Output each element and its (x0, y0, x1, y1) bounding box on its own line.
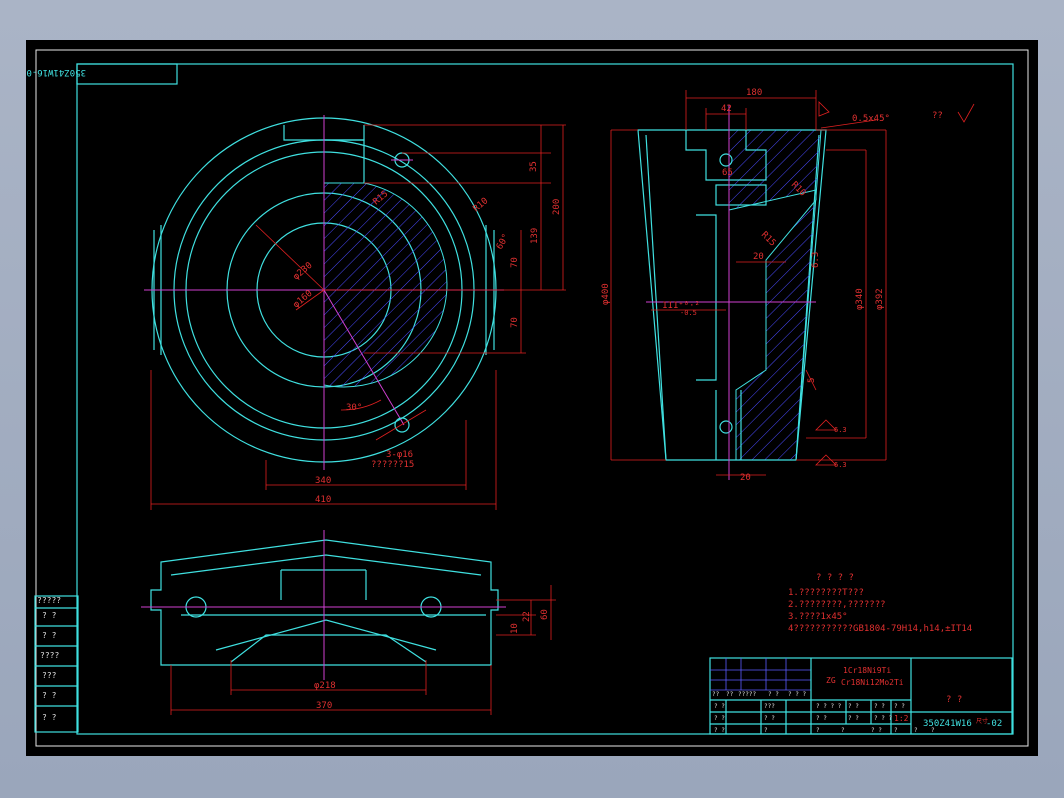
material-2: Cr18Ni12Mo2Ti (841, 678, 904, 687)
title-block-cell: ????? (738, 691, 756, 698)
side-cell-3: ???? (40, 651, 59, 660)
dim-42: 42 (721, 104, 732, 114)
notes-title: ? ? ? ? (816, 573, 854, 583)
holes-label: 3-φ16 (386, 450, 413, 460)
dim-340: 340 (315, 476, 331, 486)
dim-30deg: 30° (346, 403, 362, 413)
dim-10: 10 (510, 623, 520, 634)
title-block-cell: ?? (726, 691, 734, 698)
title-block-cell: ? ? (714, 715, 725, 722)
holes-note: ??????15 (371, 460, 414, 470)
dim-r15b: R15 (759, 230, 778, 249)
title-block-cell: ? ? (848, 715, 859, 722)
side-cell-1: ? ? (42, 611, 57, 620)
side-cell-6: ? ? (42, 713, 57, 722)
side-cell-2: ? ? (42, 631, 57, 640)
surface-2: 6.3 (834, 426, 847, 434)
drawing-number-tag: 350Z41W16-02 (21, 63, 178, 85)
dim-phi218: φ218 (314, 681, 336, 691)
title-block-cell: ? (894, 727, 898, 734)
dim-70b: 70 (510, 317, 520, 328)
cad-viewport[interactable]: 350Z41W16-02 ????? ? ? ? ? ???? ??? ? ? … (21, 40, 1038, 756)
dim-5: 5 (807, 378, 817, 383)
title-block-cell: ? (931, 727, 935, 734)
dim-139: 139 (530, 228, 540, 244)
technical-notes: ? ? ? ? 1.????????T??? 2.????????,??????… (788, 573, 972, 634)
drawing-number-suffix: -02 (986, 719, 1002, 729)
dim-35: 35 (529, 161, 539, 172)
material-prefix: ZG (826, 676, 836, 685)
title-block-cell: ?? (712, 691, 720, 698)
note-2: 2.????????,??????? (788, 600, 886, 610)
dim-70a: 70 (510, 257, 520, 268)
drawing-canvas: 350Z41W16-02 ????? ? ? ? ? ???? ??? ? ? … (21, 49, 1029, 747)
dim-180: 180 (746, 88, 762, 98)
plan-view: 35 200 139 70 70 R15 R10 φ230 φ160 30° 6… (144, 115, 566, 510)
title-block-cell: ? ? (764, 715, 775, 722)
corner-symbol: ?? (932, 111, 943, 121)
dim-phi400: φ400 (601, 283, 611, 305)
title-block-cell: ? (816, 727, 820, 734)
note-4: 4???????????GB1804-79H14,h14,±IT14 (788, 624, 972, 634)
title-block-cell: ? ? (768, 691, 779, 698)
title-block: 1Cr18Ni9Ti ZG Cr18Ni12Mo2Ti ? ? 1:2 350Z… (709, 657, 1013, 735)
title-block-cell: ? ? (714, 703, 725, 710)
dim-phi230: φ230 (292, 261, 315, 283)
note-1: 1.????????T??? (788, 588, 864, 598)
dim-60: 60 (540, 609, 550, 620)
side-cell-4: ??? (42, 671, 57, 680)
side-block: ????? ? ? ? ? ???? ??? ? ? ? ? (34, 595, 79, 733)
dim-200: 200 (552, 199, 562, 215)
side-cell-5: ? ? (42, 691, 57, 700)
section-view: 180 42 65 0.5x45° R10 R15 20 φ400 φ340 φ… (601, 88, 975, 483)
surface-1: 6.3 (811, 252, 821, 268)
title-block-cell: ? ? (874, 703, 885, 710)
dim-phi340: φ340 (855, 288, 865, 310)
dim-phi392: φ392 (875, 288, 885, 310)
fit-label-2: -0.5 (680, 309, 697, 317)
outer-frame (35, 49, 1029, 747)
title-block-cell: ? (764, 727, 768, 734)
part-name: ? ? (946, 695, 962, 705)
title-block-cell: ? ? (894, 703, 905, 710)
dim-370: 370 (316, 701, 332, 711)
svg-text:350Z41W16-02: 350Z41W16-02 (26, 67, 86, 77)
dim-r10: R10 (472, 196, 491, 214)
surface-3: 6.3 (834, 461, 847, 469)
side-cell-0: ????? (37, 596, 61, 605)
scale: 1:2 (894, 714, 909, 723)
note-3: 3.????1x45° (788, 612, 848, 622)
title-block-cell: ? ? (848, 703, 859, 710)
title-block-cell: ? ? (816, 715, 827, 722)
chamfer-label: 0.5x45° (852, 114, 890, 124)
dim-20b: 20 (740, 473, 751, 483)
title-block-cell: ? ? (714, 727, 725, 734)
material-1: 1Cr18Ni9Ti (843, 666, 891, 675)
title-block-cell: ??? (764, 703, 775, 710)
dim-60deg: 60° (495, 232, 512, 251)
title-block-cell: ? (914, 727, 918, 734)
title-block-cell: ? ? ? (874, 715, 892, 722)
title-block-cell: ? ? ? (788, 691, 806, 698)
dim-65: 65 (722, 168, 733, 178)
title-block-cell: ? ? ? ? (816, 703, 842, 710)
title-block-cell: ? ? (871, 727, 882, 734)
title-block-cell: ? (841, 727, 845, 734)
dim-22: 22 (522, 611, 532, 622)
dim-20: 20 (753, 252, 764, 262)
dim-410: 410 (315, 495, 331, 505)
elevation-view: φ218 370 10 22 60 (141, 530, 556, 715)
